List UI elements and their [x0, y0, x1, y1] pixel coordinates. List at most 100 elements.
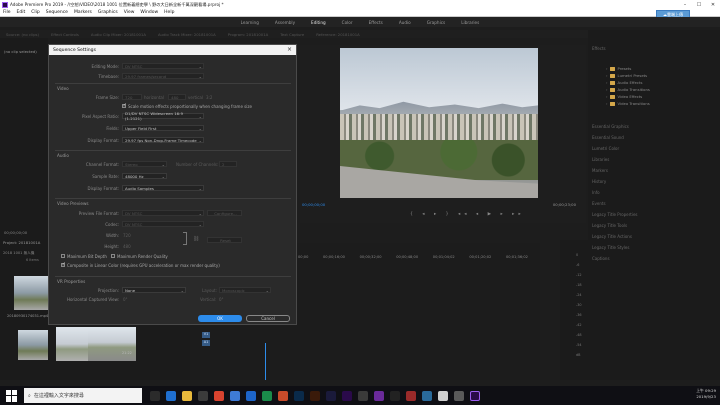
tree-video-transitions[interactable]: › Video Transitions: [606, 101, 650, 106]
panel-essential-sound[interactable]: Essential Sound: [592, 135, 624, 140]
panel-libraries[interactable]: Libraries: [592, 157, 609, 162]
composite-linear-checkbox[interactable]: [61, 262, 66, 267]
menu-clip[interactable]: Clip: [31, 10, 40, 15]
app-icon[interactable]: [422, 390, 432, 401]
tree-audio-transitions[interactable]: › Audio Transitions: [606, 87, 650, 92]
app-icon[interactable]: [374, 390, 384, 401]
workspace-audio[interactable]: Audio: [399, 20, 411, 25]
tab-audio-clip-mixer[interactable]: Audio Clip Mixer: 20181001A: [91, 32, 146, 37]
illustrator-icon[interactable]: [310, 390, 320, 401]
tab-program[interactable]: Program: 20181001A: [228, 32, 268, 37]
panel-legacy-title-tools[interactable]: Legacy Title Tools: [592, 223, 627, 228]
app-icon[interactable]: [454, 390, 464, 401]
menu-view[interactable]: View: [124, 10, 135, 15]
menu-help[interactable]: Help: [164, 10, 174, 15]
app-icon[interactable]: [230, 390, 240, 401]
panel-history[interactable]: History: [592, 179, 606, 184]
task-view-icon[interactable]: [150, 390, 160, 401]
effects-tab[interactable]: Effects: [592, 46, 606, 51]
audition-icon[interactable]: [326, 390, 336, 401]
workspace-libraries[interactable]: Libraries: [461, 20, 479, 25]
scale-motion-checkbox[interactable]: [122, 103, 127, 108]
tree-video-effects[interactable]: › Video Effects: [606, 94, 642, 99]
panel-lumetri-color[interactable]: Lumetri Color: [592, 146, 619, 151]
system-clock[interactable]: 上午 09:29 2019/9/23: [696, 388, 716, 400]
clip-thumbnail-2[interactable]: [18, 330, 48, 360]
premiere-taskbar-icon[interactable]: [470, 390, 480, 401]
projection-select[interactable]: None ⌄: [122, 287, 186, 293]
tree-lumetri[interactable]: › Lumetri Presets: [606, 73, 647, 78]
track-v1-toggle[interactable]: V1: [202, 332, 210, 338]
store-icon[interactable]: [198, 390, 208, 401]
ruler-tick-1: 00;00;16;00: [323, 255, 345, 259]
tree-audio-effects[interactable]: › Audio Effects: [606, 80, 642, 85]
taskbar-search-input[interactable]: ⌕ 在這裡輸入文字來搜尋: [24, 388, 142, 403]
display-format-select[interactable]: 29.97 fps Non-Drop-Frame Timecode ⌄: [122, 137, 204, 143]
close-icon[interactable]: ✕: [706, 2, 720, 8]
pixel-aspect-select[interactable]: D1/DV NTSC Widescreen 16:9 (1.2121) ⌄: [122, 111, 204, 121]
panel-essential-graphics[interactable]: Essential Graphics: [592, 124, 629, 129]
clip-thumbnail-4[interactable]: [88, 327, 136, 361]
workspace-assembly[interactable]: Assembly: [275, 20, 295, 25]
menu-graphics[interactable]: Graphics: [98, 10, 118, 15]
workspace-graphics[interactable]: Graphics: [427, 20, 446, 25]
tab-source[interactable]: Source: (no clips): [6, 32, 39, 37]
menu-edit[interactable]: Edit: [17, 10, 26, 15]
clip-thumbnail-3[interactable]: [56, 327, 90, 361]
app-icon[interactable]: [358, 390, 368, 401]
fields-select[interactable]: Upper Field First ⌄: [122, 125, 204, 131]
workspace-effects[interactable]: Effects: [369, 20, 383, 25]
panel-markers[interactable]: Markers: [592, 168, 608, 173]
app-icon[interactable]: [438, 390, 448, 401]
photoshop-icon[interactable]: [294, 390, 304, 401]
tab-reference[interactable]: Reference: 20181001A: [316, 32, 360, 37]
app-icon[interactable]: [406, 390, 416, 401]
clip-thumbnail[interactable]: [14, 276, 48, 310]
ruler-tick-4: 00;01;04;02: [432, 255, 455, 259]
max-bit-depth-checkbox[interactable]: [61, 254, 65, 258]
transport-controls[interactable]: { ◂ ▸ } ◂◂ ◂ ▶ ▸ ▸▸: [410, 212, 525, 217]
workspace-learning[interactable]: Learning: [241, 20, 259, 25]
audio-display-format-select[interactable]: Audio Samples ⌄: [122, 185, 204, 191]
workspace-editing[interactable]: Editing: [311, 20, 326, 25]
max-render-quality-checkbox[interactable]: [111, 254, 115, 258]
workspace-color[interactable]: Color: [342, 20, 353, 25]
close-icon[interactable]: ×: [287, 46, 292, 53]
panel-legacy-title-styles[interactable]: Legacy Title Styles: [592, 245, 629, 250]
file-explorer-icon[interactable]: [182, 390, 192, 401]
tree-presets[interactable]: › Presets: [606, 66, 631, 71]
after-effects-icon[interactable]: [342, 390, 352, 401]
panel-events[interactable]: Events: [592, 201, 606, 206]
timeline-ruler[interactable]: 00;00 00;00;16;00 00;00;32;00 00;00;48;0…: [298, 255, 528, 259]
program-timecode-current[interactable]: 00;00;00;00: [302, 202, 325, 207]
ok-button[interactable]: OK: [198, 315, 242, 322]
excel-icon[interactable]: [262, 390, 272, 401]
menu-file[interactable]: File: [3, 10, 11, 15]
audio-display-format-value: Audio Samples: [125, 185, 154, 191]
menu-window[interactable]: Window: [140, 10, 158, 15]
panel-captions[interactable]: Captions: [592, 256, 610, 261]
tab-effect-controls[interactable]: Effect Controls: [51, 32, 79, 37]
panel-legacy-title-properties[interactable]: Legacy Title Properties: [592, 212, 638, 217]
panel-legacy-title-actions[interactable]: Legacy Title Actions: [592, 234, 632, 239]
link-icon[interactable]: ⛓: [193, 236, 199, 242]
tab-audio-track-mixer[interactable]: Audio Track Mixer: 20181001A: [158, 32, 216, 37]
ruler-tick-3: 00;00;48;00: [396, 255, 419, 259]
playhead[interactable]: [265, 343, 266, 380]
menu-markers[interactable]: Markers: [74, 10, 92, 15]
chrome-icon[interactable]: [214, 390, 224, 401]
menu-sequence[interactable]: Sequence: [46, 10, 68, 15]
word-icon[interactable]: [246, 390, 256, 401]
maximize-icon[interactable]: ☐: [692, 2, 706, 8]
powerpoint-icon[interactable]: [278, 390, 288, 401]
cancel-button[interactable]: Cancel: [246, 315, 290, 322]
track-a1-toggle[interactable]: A1: [202, 340, 210, 346]
panel-info[interactable]: Info: [592, 190, 600, 195]
minimize-icon[interactable]: –: [678, 2, 692, 8]
sample-rate-select[interactable]: 48000 Hz ⌄: [122, 173, 167, 179]
codec-select: DV NTSC ⌄: [122, 221, 204, 227]
app-icon[interactable]: [390, 390, 400, 401]
tab-text-capture[interactable]: Text Capture: [280, 32, 304, 37]
windows-start-icon[interactable]: [6, 389, 18, 402]
edge-icon[interactable]: [166, 390, 176, 401]
